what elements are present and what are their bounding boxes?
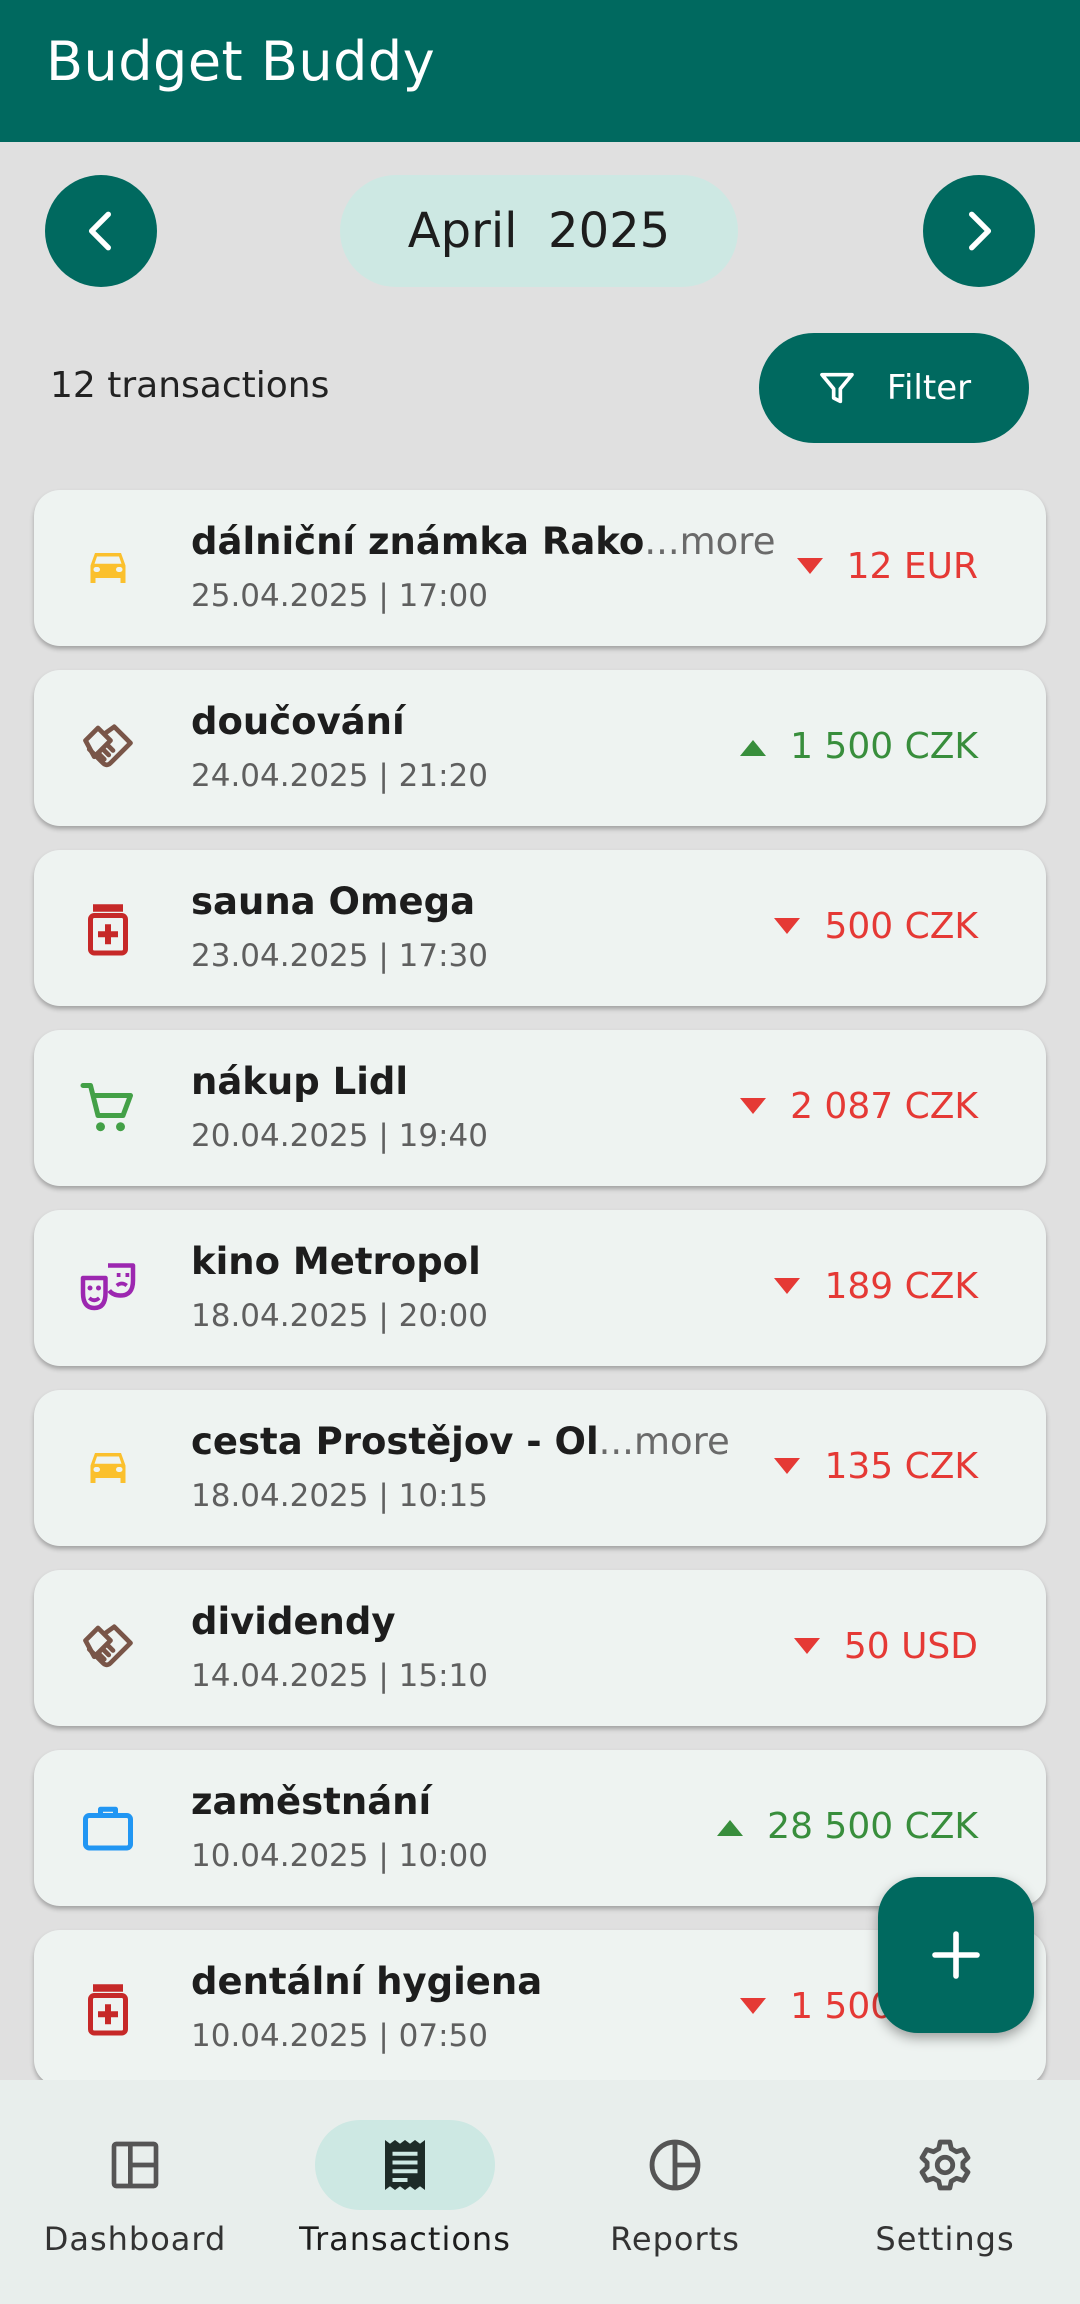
transaction-card[interactable]: cesta Prostějov - Ol...more 18.04.2025 |… [34,1390,1046,1546]
arrow-up-icon [717,1819,744,1836]
receipt-icon [315,2120,495,2210]
medicine-icon [78,1978,138,2038]
more-link[interactable]: ...more [644,520,775,563]
transaction-name: doučování [191,700,405,743]
chevron-right-icon [969,211,992,251]
transaction-date: 24.04.2025 | 21:20 [191,758,488,794]
nav-item-dashboard[interactable]: Dashboard [0,2120,270,2258]
arrow-down-icon [793,1637,820,1654]
add-transaction-button[interactable] [878,1877,1034,2033]
theater-icon [78,1258,138,1318]
transaction-amount: 50 USD [793,1626,978,1667]
transaction-date: 20.04.2025 | 19:40 [191,1118,488,1154]
transaction-date: 23.04.2025 | 17:30 [191,938,488,974]
transaction-card[interactable]: dálniční známka Rako...more 25.04.2025 |… [34,490,1046,646]
filter-button[interactable]: Filter [759,333,1029,443]
handshake-icon [78,1618,138,1678]
filter-icon [820,372,854,404]
transaction-amount: 2 087 CZK [740,1086,978,1127]
bottom-navigation: Dashboard Transactions Reports Settings [0,2080,1080,2304]
transaction-card[interactable]: kino Metropol 18.04.2025 | 20:00 189 CZK [34,1210,1046,1366]
transaction-date: 10.04.2025 | 07:50 [191,2018,488,2054]
nav-label: Settings [875,2220,1015,2258]
filter-label: Filter [886,368,972,408]
app-title: Budget Buddy [46,30,436,93]
car-icon [78,538,138,598]
transaction-date: 25.04.2025 | 17:00 [191,578,488,614]
transaction-card[interactable]: sauna Omega 23.04.2025 | 17:30 500 CZK [34,850,1046,1006]
transaction-date: 18.04.2025 | 10:15 [191,1478,488,1514]
transaction-name: dálniční známka Rako...more [191,520,776,563]
transaction-card[interactable]: dividendy 14.04.2025 | 15:10 50 USD [34,1570,1046,1726]
transaction-date: 10.04.2025 | 10:00 [191,1838,488,1874]
cart-icon [78,1078,138,1138]
transaction-name: dividendy [191,1600,396,1643]
nav-label: Reports [610,2220,740,2258]
transaction-amount: 12 EUR [796,546,978,587]
transaction-amount: 135 CZK [774,1446,978,1487]
transaction-amount: 28 500 CZK [717,1806,978,1847]
transaction-card[interactable]: doučování 24.04.2025 | 21:20 1 500 CZK [34,670,1046,826]
transaction-card[interactable]: nákup Lidl 20.04.2025 | 19:40 2 087 CZK [34,1030,1046,1186]
medicine-icon [78,898,138,958]
transaction-card[interactable]: zaměstnání 10.04.2025 | 10:00 28 500 CZK [34,1750,1046,1906]
transaction-amount: 189 CZK [774,1266,978,1307]
arrow-down-icon [796,557,823,574]
nav-label: Transactions [299,2220,511,2258]
arrow-down-icon [774,1277,801,1294]
arrow-down-icon [774,1457,801,1474]
nav-item-settings[interactable]: Settings [810,2120,1080,2258]
pie-chart-icon [585,2120,765,2210]
transaction-name: kino Metropol [191,1240,481,1283]
arrow-up-icon [740,739,767,756]
nav-item-transactions[interactable]: Transactions [270,2120,540,2258]
transaction-amount: 500 CZK [774,906,978,947]
arrow-down-icon [774,917,801,934]
app-bar: Budget Buddy [0,0,1080,142]
transaction-name: nákup Lidl [191,1060,409,1103]
plus-icon [932,1931,980,1979]
chevron-left-icon [88,211,111,251]
more-link[interactable]: ...more [599,1420,730,1463]
nav-item-reports[interactable]: Reports [540,2120,810,2258]
arrow-down-icon [740,1997,767,2014]
previous-month-button[interactable] [45,175,157,287]
transaction-name: zaměstnání [191,1780,432,1823]
next-month-button[interactable] [923,175,1035,287]
transaction-date: 14.04.2025 | 15:10 [191,1658,488,1694]
transaction-name: dentální hygiena [191,1960,543,2003]
arrow-down-icon [740,1097,767,1114]
transaction-amount: 1 500 CZK [740,726,978,767]
gear-icon [855,2120,1035,2210]
nav-label: Dashboard [43,2220,227,2258]
transaction-name: cesta Prostějov - Ol...more [191,1420,730,1463]
transaction-count: 12 transactions [50,365,330,406]
car-icon [78,1438,138,1498]
transaction-date: 18.04.2025 | 20:00 [191,1298,488,1334]
transaction-name: sauna Omega [191,880,476,923]
handshake-icon [78,718,138,778]
current-month-label[interactable]: April 2025 [340,175,738,287]
dashboard-icon [45,2120,225,2210]
briefcase-icon [78,1798,138,1858]
